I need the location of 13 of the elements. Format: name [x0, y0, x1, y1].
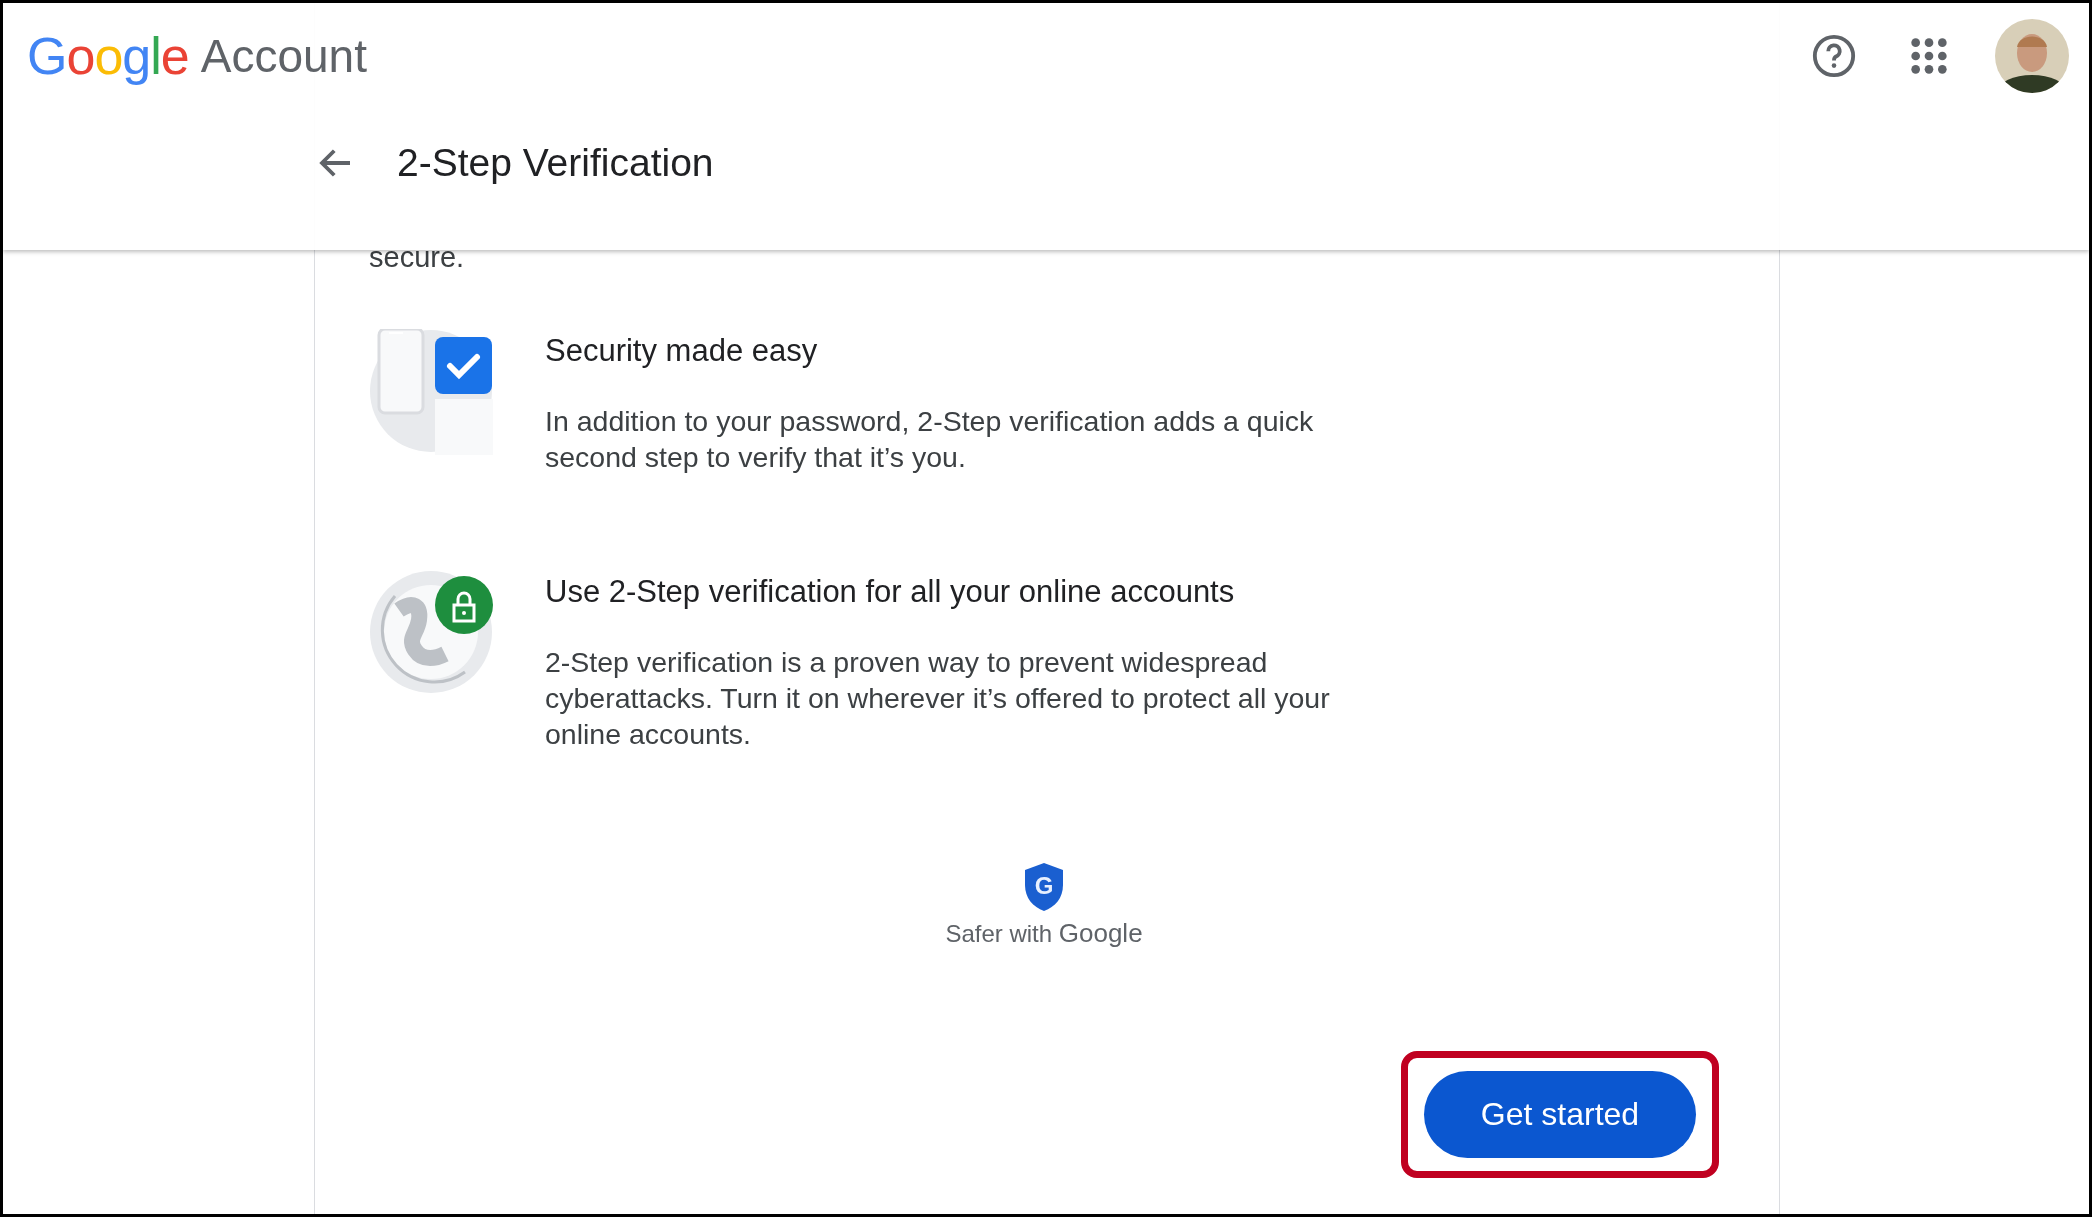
get-started-button[interactable]: Get started — [1424, 1071, 1696, 1158]
product-name: Account — [200, 29, 367, 83]
intro-text: secure. — [369, 240, 466, 275]
page-title: 2-Step Verification — [397, 140, 714, 185]
feature-text: 2-Step verification is a proven way to prevent widespread cyberattacks. Turn it on wherever it’s offered to protect all your online accounts. — [545, 645, 1331, 752]
shield-logo-icon: G — [1023, 862, 1065, 912]
phone-checkmark-icon — [369, 329, 493, 455]
google-logo[interactable]: Google — [27, 26, 189, 86]
feature-title: Use 2-Step verification for all your online accounts — [545, 574, 1236, 610]
feature-text: In addition to your password, 2-Step verification adds a quick second step to verify that it’s you. — [545, 404, 1315, 475]
safer-with-google-label: Safer with Google — [945, 918, 1143, 949]
globe-lock-icon — [369, 570, 493, 694]
feature-title: Security made easy — [545, 333, 819, 369]
